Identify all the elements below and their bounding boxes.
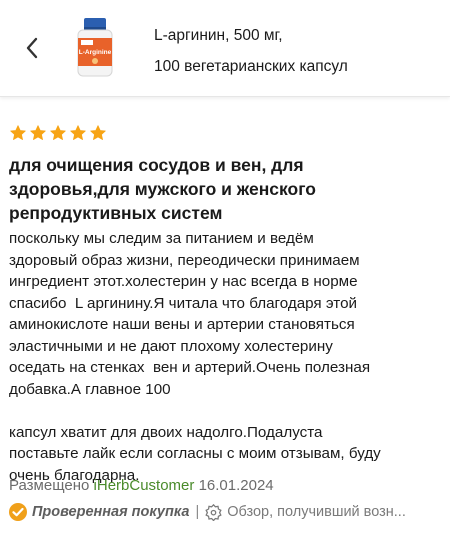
star-icon [30,125,46,140]
back-button[interactable] [18,30,46,66]
verified-check-icon [9,503,27,521]
review-body-line: оседать на стенках вен и артерий.Очень п… [9,359,371,376]
review-body-line: поставьте лайк если согласны с моим отзы… [9,445,381,462]
review-title-line: для очищения сосудов и вен, для [9,155,304,175]
review-title-line: репродуктивных систем [9,203,223,223]
star-icon [70,125,86,140]
review-meta: Размещено iHerbCustomer 16.01.2024 [9,477,274,494]
bottle-label-text: L-Arginine [79,49,112,56]
supplement-bottle-icon: L-Arginine [77,18,113,77]
star-icon [90,125,106,140]
review-body-line [9,400,447,422]
author-link[interactable]: iHerbCustomer [94,477,195,494]
posted-label: Размещено [9,477,90,494]
product-header: L-Arginine L-аргинин, 500 мг, 100 вегета… [0,0,450,97]
review-body-line: эластичными и не дают плохому холестерин… [9,337,333,355]
review-body-line: поскольку мы следим за питанием и ведём [9,230,314,247]
star-rating [9,124,107,142]
review-body-line: аминокислоте наши вены и артерии становя… [9,316,355,333]
product-title-line: L-аргинин, 500 мг, [154,27,283,44]
product-title-line: 100 вегетарианских капсул [154,58,348,75]
review-body-line: спасибо L аргинину.Я читала что благодар… [9,294,358,312]
review-title: для очищения сосудов и вен, для здоровья… [9,153,445,225]
star-icon [10,125,26,140]
product-title: L-аргинин, 500 мг, 100 вегетарианских ка… [154,20,444,82]
review-body: поскольку мы следим за питанием и ведём … [9,228,447,486]
review-body-line: капсул хватит для двоих надолго.Подалуст… [9,423,323,441]
review-body-line: здоровый образ жизни, переодически прини… [9,251,360,269]
badge-separator: | [195,504,200,520]
incentive-badge-icon [205,503,222,521]
star-icon [50,125,66,140]
incentive-review-label: Обзор, получивший возн... [227,504,406,520]
review-body-line: добавка.А главное 100 [9,380,171,398]
review-date: 16.01.2024 [198,477,274,494]
product-thumbnail[interactable]: L-Arginine [72,16,118,78]
review-badges: Проверенная покупка | Обзор, получивший … [8,500,448,524]
verified-purchase-label: Проверенная покупка [32,504,190,520]
review-title-line: здоровья,для мужского и женского [9,179,316,199]
chevron-left-icon [26,37,38,59]
review-body-line: ингредиент этот.холестерин у нас всегда … [9,273,358,290]
